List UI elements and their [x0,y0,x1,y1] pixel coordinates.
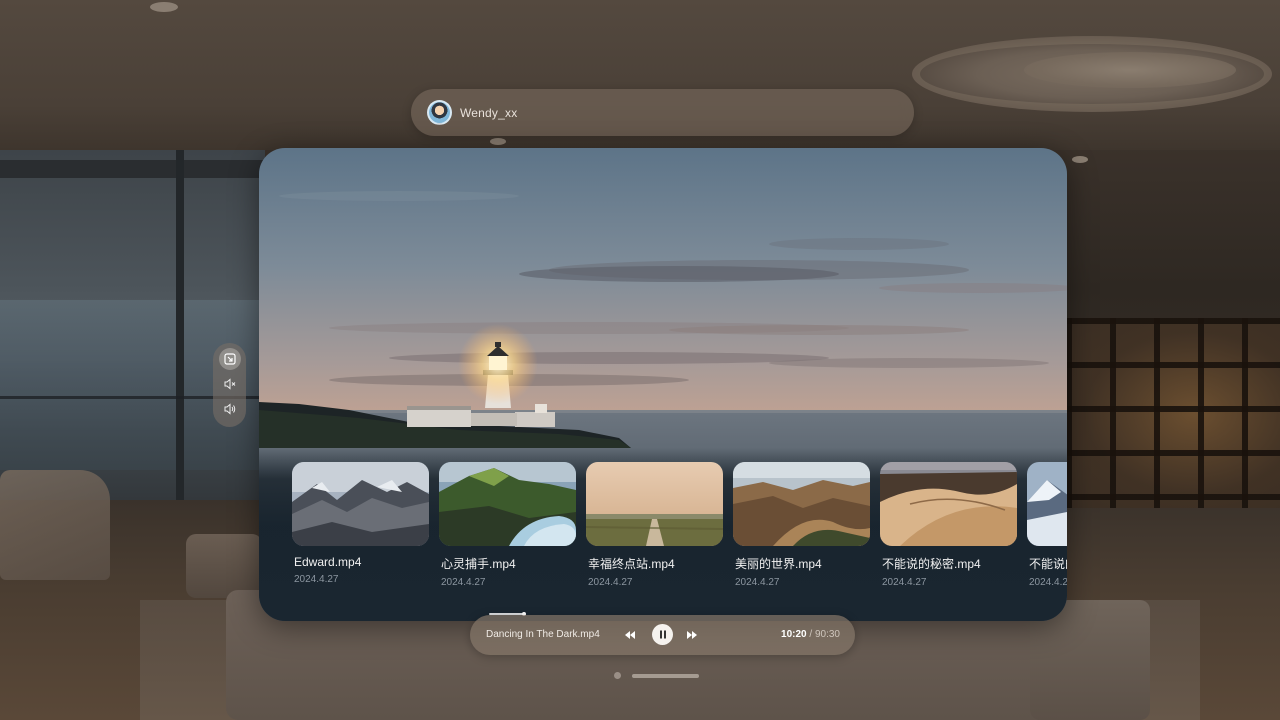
video-title: 心灵捕手.mp4 [441,557,516,571]
ceiling-spotlight [490,138,506,145]
picture-in-picture-icon [223,353,236,365]
volume-button[interactable] [219,398,241,420]
ceiling-light-inner [1024,52,1236,88]
window-header [0,160,265,178]
video-card[interactable]: Edward.mp4 2024.4.27 [292,462,429,588]
bookshelf-grid [1066,318,1280,508]
video-date: 2024.4.27 [882,577,927,588]
video-card[interactable]: 幸福终点站.mp4 2024.4.27 [586,462,723,588]
video-date: 2024.4.2 [1029,577,1067,588]
video-thumbnail-road[interactable] [586,462,723,546]
thumbnail-strip[interactable]: Edward.mp4 2024.4.27 心灵捕手.mp4 2024.4.27 [292,462,1067,588]
mute-icon [224,378,235,390]
time-current: 10:20 [781,629,807,640]
video-thumbnail-snow-peaks[interactable] [1027,462,1067,546]
video-title: 美丽的世界.mp4 [735,557,822,571]
video-card[interactable]: 不能说的 2024.4.2 [1027,462,1067,588]
video-panel[interactable]: Edward.mp4 2024.4.27 心灵捕手.mp4 2024.4.27 [259,148,1067,621]
video-title: 幸福终点站.mp4 [588,557,675,571]
user-bar[interactable]: Wendy_xx [411,89,914,136]
ceiling-spotlight [1072,156,1088,163]
fast-forward-icon [687,631,697,639]
video-thumbnail-valley[interactable] [733,462,870,546]
window-close-dot[interactable] [614,672,621,679]
video-title: 不能说的秘密.mp4 [882,557,981,571]
video-date: 2024.4.27 [294,574,339,585]
avatar[interactable] [427,100,452,125]
window-mullion [176,150,184,500]
armchair [0,470,110,580]
video-card[interactable]: 美丽的世界.mp4 2024.4.27 [733,462,870,588]
window-drag-handle[interactable] [632,674,699,678]
video-thumbnail-desert[interactable] [880,462,1017,546]
video-card[interactable]: 心灵捕手.mp4 2024.4.27 [439,462,576,588]
username: Wendy_xx [460,105,518,120]
video-thumbnail-crater-lake[interactable] [439,462,576,546]
time-separator: / [809,629,813,640]
video-thumbnail-mountains[interactable] [292,462,429,546]
video-title: 不能说的 [1029,557,1067,571]
pause-icon [659,630,666,639]
rewind-button[interactable] [620,625,640,645]
track-title: Dancing In The Dark.mp4 [486,629,600,640]
time-display: 10:20 / 90:30 [781,629,840,640]
time-total: 90:30 [814,629,840,640]
video-card[interactable]: 不能说的秘密.mp4 2024.4.27 [880,462,1017,588]
mute-button[interactable] [219,373,241,395]
video-date: 2024.4.27 [735,577,780,588]
video-date: 2024.4.27 [441,577,486,588]
side-controls [213,343,246,427]
fast-forward-button[interactable] [682,625,702,645]
ottoman [186,534,262,598]
video-title: Edward.mp4 [294,555,362,569]
pause-button[interactable] [652,624,673,645]
video-date: 2024.4.27 [588,577,633,588]
picture-in-picture-button[interactable] [218,348,241,370]
volume-icon [224,403,235,415]
rewind-icon [625,631,635,639]
ceiling-spotlight [150,2,178,12]
